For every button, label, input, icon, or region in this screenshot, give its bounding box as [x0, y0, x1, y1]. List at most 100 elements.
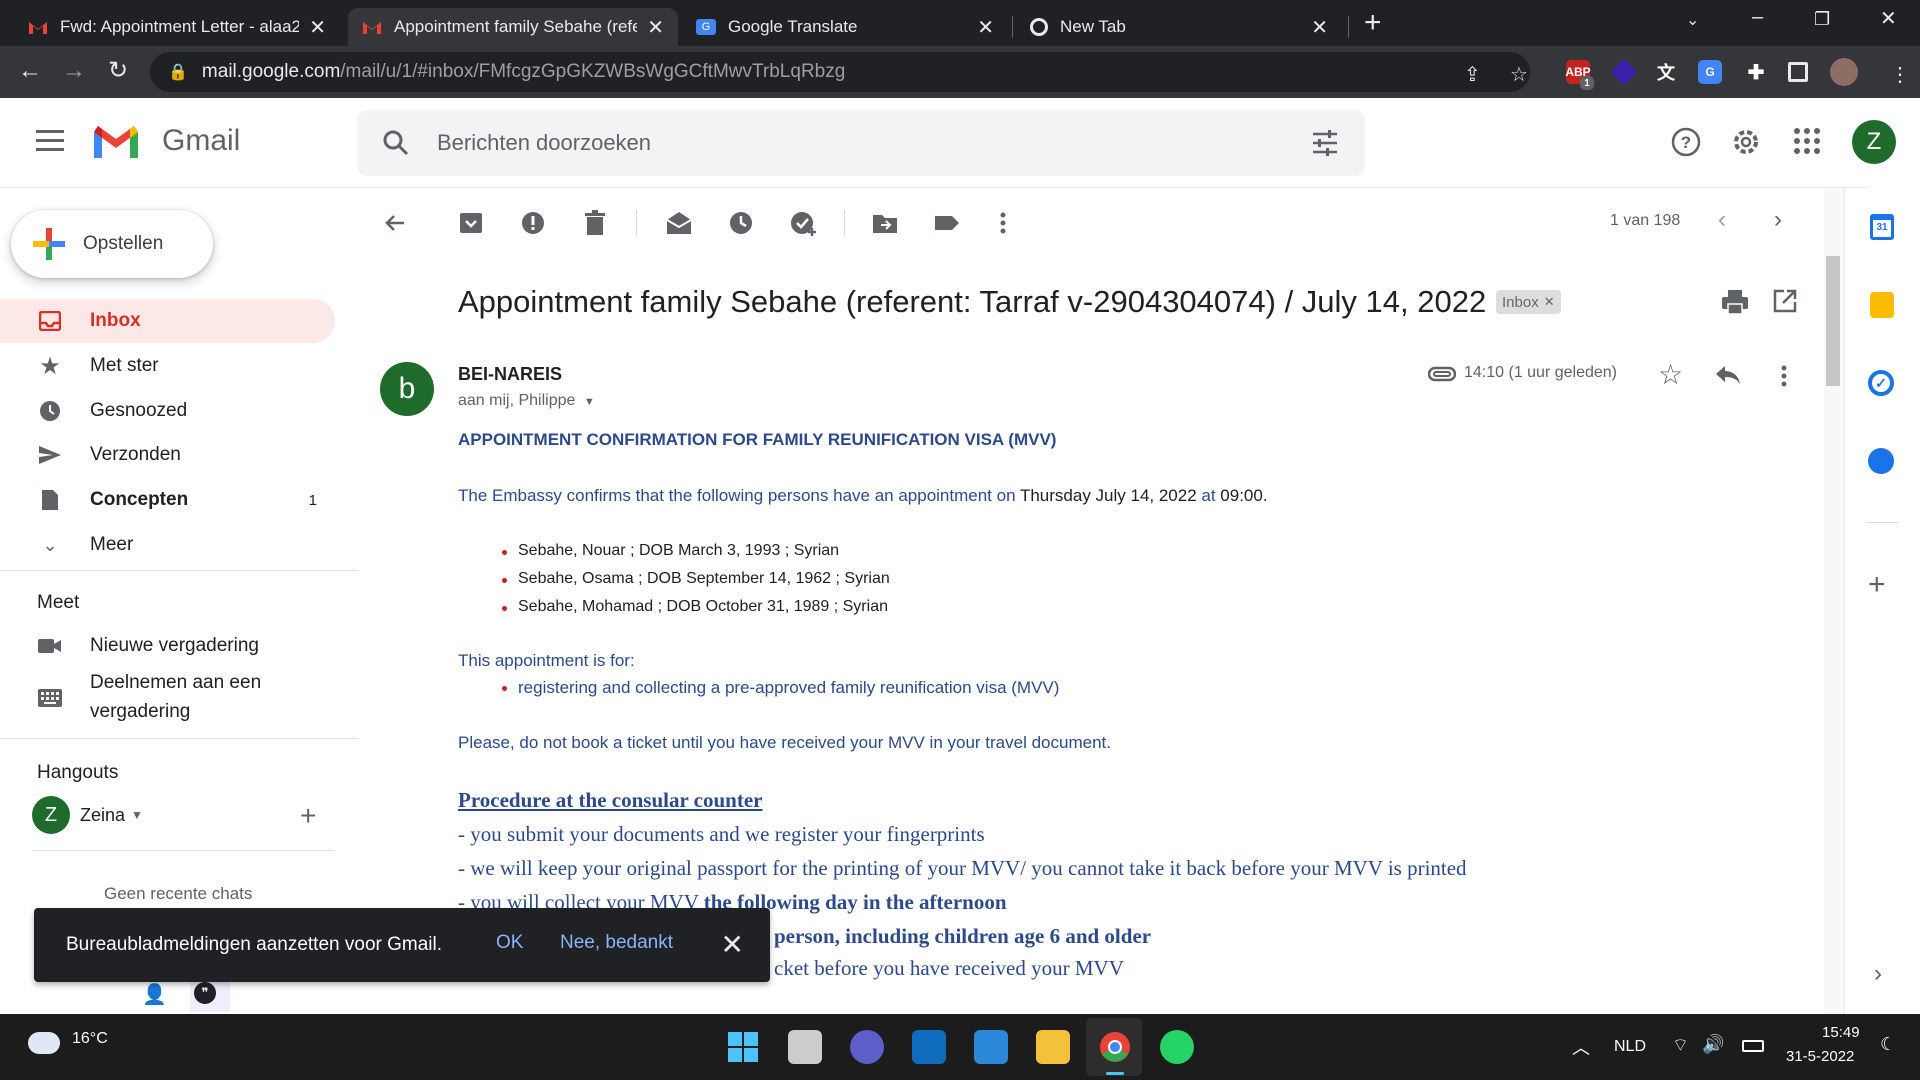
search-input[interactable]: [437, 124, 1237, 162]
nav-item-more[interactable]: ⌄ Meer: [0, 523, 335, 567]
tab-new-tab[interactable]: New Tab ✕: [1016, 8, 1342, 46]
show-hidden-icons-chevron-icon[interactable]: ︿: [1572, 1034, 1590, 1060]
sender-name[interactable]: BEI-NAREIS: [458, 364, 562, 385]
report-spam-icon[interactable]: [518, 208, 548, 238]
tab-search-icon[interactable]: ⌄: [1686, 10, 1699, 30]
volume-icon[interactable]: 🔊: [1702, 1034, 1724, 1055]
google-keep-icon[interactable]: [1870, 292, 1894, 318]
search-icon[interactable]: [381, 128, 411, 158]
snooze-clock-icon[interactable]: [726, 208, 756, 238]
side-panel-icon[interactable]: [1788, 62, 1808, 82]
star-message-icon[interactable]: ☆: [1658, 358, 1683, 391]
weather-temperature[interactable]: 16°C: [72, 1030, 108, 1048]
gmail-favicon-icon: [29, 22, 47, 34]
open-in-new-window-icon[interactable]: [1772, 288, 1798, 314]
google-contacts-icon[interactable]: [1868, 448, 1894, 474]
snackbar-close-icon[interactable]: ✕: [721, 928, 744, 961]
help-icon[interactable]: ?: [1670, 126, 1702, 158]
purple-extension-icon[interactable]: [1610, 58, 1638, 86]
label-icon[interactable]: [932, 208, 962, 238]
minimize-icon[interactable]: –: [1752, 6, 1763, 29]
contacts-person-icon[interactable]: 👤: [142, 982, 167, 1007]
snackbar-ok-button[interactable]: OK: [496, 932, 523, 954]
apps-grid-icon[interactable]: [1792, 126, 1822, 156]
nav-item-drafts[interactable]: Concepten 1: [0, 478, 335, 522]
teams-chat-icon[interactable]: [850, 1030, 884, 1064]
back-icon[interactable]: ←: [18, 58, 42, 84]
google-calendar-icon[interactable]: 31: [1870, 214, 1894, 240]
tab-appointment-family[interactable]: Appointment family Sebahe (refe ✕: [348, 8, 678, 46]
forward-icon[interactable]: →: [62, 58, 86, 84]
reply-icon[interactable]: [1714, 364, 1742, 386]
close-window-icon[interactable]: ✕: [1880, 6, 1897, 31]
notifications-moon-icon[interactable]: ☾: [1880, 1034, 1896, 1055]
weather-cloud-icon[interactable]: [28, 1032, 60, 1054]
more-options-icon[interactable]: [988, 208, 1018, 238]
input-language[interactable]: NLD: [1614, 1038, 1646, 1056]
tab-google-translate[interactable]: G Google Translate ✕: [682, 8, 1008, 46]
meet-join-meeting[interactable]: Deelnemen aan een vergadering: [0, 668, 335, 726]
whatsapp-icon[interactable]: [1160, 1030, 1194, 1064]
clock-time[interactable]: 15:49: [1822, 1024, 1860, 1041]
google-tasks-icon[interactable]: ✓: [1868, 370, 1894, 396]
remove-label-icon[interactable]: ✕: [1544, 294, 1555, 310]
recipient-details-caret-icon[interactable]: ▼: [584, 396, 595, 408]
google-translate-extension-icon[interactable]: G: [1698, 60, 1722, 84]
delete-trash-icon[interactable]: [580, 208, 610, 238]
reload-icon[interactable]: ↻: [108, 58, 128, 84]
archive-icon[interactable]: [456, 208, 486, 238]
battery-icon[interactable]: [1742, 1040, 1764, 1052]
mark-unread-icon[interactable]: [664, 208, 694, 238]
chrome-taskbar-icon[interactable]: [1098, 1030, 1132, 1064]
close-tab-icon[interactable]: ✕: [1311, 15, 1328, 40]
outlook-icon[interactable]: [912, 1030, 946, 1064]
inbox-label-chip[interactable]: Inbox ✕: [1496, 290, 1561, 314]
extensions-puzzle-icon[interactable]: ✚: [1744, 60, 1768, 84]
task-view-icon[interactable]: [788, 1030, 822, 1064]
windows-start-icon[interactable]: [726, 1030, 760, 1064]
bookmark-star-icon[interactable]: ☆: [1510, 62, 1528, 87]
profile-avatar[interactable]: [1830, 58, 1858, 86]
file-explorer-icon[interactable]: [1036, 1030, 1070, 1064]
wifi-icon[interactable]: ⌔: [1672, 1034, 1689, 1057]
message-more-options-icon[interactable]: [1770, 362, 1798, 390]
tab-fwd-appointment-letter[interactable]: Fwd: Appointment Letter - alaa2 ✕: [14, 8, 340, 46]
move-to-icon[interactable]: [870, 208, 900, 238]
hangouts-user[interactable]: Z Zeina ▼: [32, 796, 143, 834]
meet-new-meeting[interactable]: Nieuwe vergadering: [0, 624, 335, 668]
compose-button[interactable]: Opstellen: [11, 210, 213, 278]
get-addons-plus-icon[interactable]: +: [1868, 568, 1886, 602]
account-avatar[interactable]: Z: [1852, 120, 1896, 164]
newer-chevron-left-icon[interactable]: ‹: [1718, 206, 1726, 234]
older-chevron-right-icon[interactable]: ›: [1774, 206, 1782, 234]
settings-gear-icon[interactable]: [1730, 126, 1762, 158]
show-side-panel-chevron-icon[interactable]: ›: [1874, 960, 1882, 988]
new-tab-button[interactable]: +: [1364, 8, 1382, 38]
snackbar-no-thanks-button[interactable]: Nee, bedankt: [560, 932, 673, 954]
close-tab-icon[interactable]: ✕: [309, 15, 326, 40]
restore-icon[interactable]: ❐: [1814, 9, 1830, 30]
share-icon[interactable]: ⇪: [1464, 62, 1481, 87]
main-menu-icon[interactable]: [36, 130, 64, 157]
add-to-tasks-icon[interactable]: [788, 208, 818, 238]
clock-date[interactable]: 31-5-2022: [1786, 1048, 1854, 1065]
close-tab-icon[interactable]: ✕: [647, 15, 664, 40]
chrome-menu-icon[interactable]: ⋮: [1890, 62, 1910, 87]
back-to-inbox-icon[interactable]: [380, 208, 410, 238]
close-tab-icon[interactable]: ✕: [977, 15, 994, 40]
intro-date: Thursday July 14, 2022: [1019, 486, 1197, 505]
nav-item-snoozed[interactable]: Gesnoozed: [0, 389, 335, 433]
add-hangout-icon[interactable]: +: [300, 800, 316, 832]
mail-icon[interactable]: [974, 1030, 1008, 1064]
scrollbar-thumb[interactable]: [1826, 256, 1840, 386]
search-options-icon[interactable]: [1311, 130, 1339, 156]
nav-item-sent[interactable]: Verzonden: [0, 433, 335, 477]
translate-extension-icon[interactable]: 文: [1654, 60, 1678, 84]
nav-item-inbox[interactable]: Inbox: [0, 299, 335, 343]
address-bar[interactable]: 🔒 mail.google.com/mail/u/1/#inbox/FMfcgz…: [150, 52, 1530, 92]
sender-avatar[interactable]: b: [380, 362, 434, 416]
recipients-line[interactable]: aan mij, Philippe ▼: [458, 392, 595, 410]
hangouts-quote-icon[interactable]: ❞: [194, 982, 216, 1004]
print-icon[interactable]: [1720, 288, 1750, 316]
nav-item-starred[interactable]: ★ Met ster: [0, 344, 335, 388]
